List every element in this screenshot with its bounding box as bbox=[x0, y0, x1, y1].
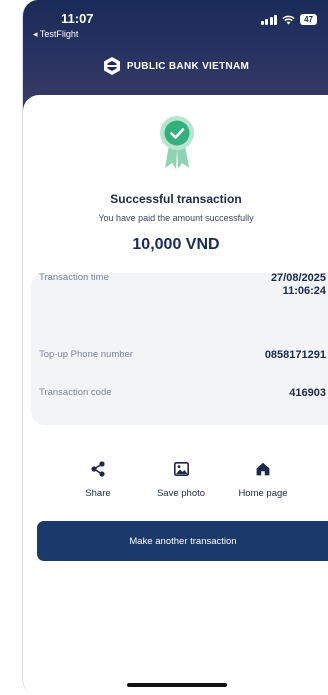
save-photo-label: Save photo bbox=[156, 488, 206, 499]
home-indicator[interactable] bbox=[127, 683, 227, 687]
signal-icon bbox=[260, 14, 278, 25]
status-icons: 47 bbox=[260, 14, 317, 25]
detail-row-transaction-time: Transaction time 27/08/2025 11:06:24 bbox=[39, 272, 326, 298]
save-photo-button[interactable]: Save photo bbox=[146, 459, 216, 499]
image-icon bbox=[173, 462, 189, 476]
detail-label: Transaction code bbox=[39, 387, 112, 398]
home-page-label: Home page bbox=[238, 488, 288, 499]
back-to-app-link[interactable]: ◂ TestFlight bbox=[33, 29, 78, 40]
brand-bar: PUBLIC BANK VIETNAM bbox=[23, 56, 328, 76]
action-bar: Share Save photo Home page bbox=[23, 459, 328, 509]
home-page-button[interactable]: Home page bbox=[228, 459, 298, 499]
amount-value: 10,000 VND bbox=[132, 236, 220, 253]
app-screen: 11:07 ◂ TestFlight 47 PUBLIC BANK VIETNA… bbox=[22, 0, 328, 695]
detail-row-transaction-code: Transaction code 416903 bbox=[39, 387, 326, 400]
detail-value: 416903 bbox=[289, 387, 326, 399]
share-icon bbox=[91, 461, 105, 477]
result-subtitle: You have paid the amount successfully bbox=[98, 213, 254, 223]
home-icon bbox=[256, 462, 270, 476]
make-another-transaction-button[interactable]: Make another transaction bbox=[37, 521, 328, 561]
share-button[interactable]: Share bbox=[63, 459, 133, 499]
detail-value: 0858171291 bbox=[264, 349, 326, 361]
detail-label: Transaction time bbox=[39, 272, 109, 283]
success-badge-icon bbox=[160, 116, 194, 169]
brand-name: PUBLIC BANK VIETNAM bbox=[126, 60, 250, 72]
wifi-icon bbox=[282, 15, 295, 24]
battery-indicator: 47 bbox=[300, 14, 317, 25]
detail-label: Top-up Phone number bbox=[39, 349, 134, 360]
result-title: Successful transaction bbox=[110, 192, 242, 206]
bank-logo-icon bbox=[103, 57, 120, 75]
share-label: Share bbox=[85, 488, 111, 499]
detail-value: 27/08/2025 11:06:24 bbox=[270, 272, 326, 297]
status-time: 11:07 bbox=[61, 11, 94, 26]
detail-row-phone-number: Top-up Phone number 0858171291 bbox=[39, 349, 326, 362]
